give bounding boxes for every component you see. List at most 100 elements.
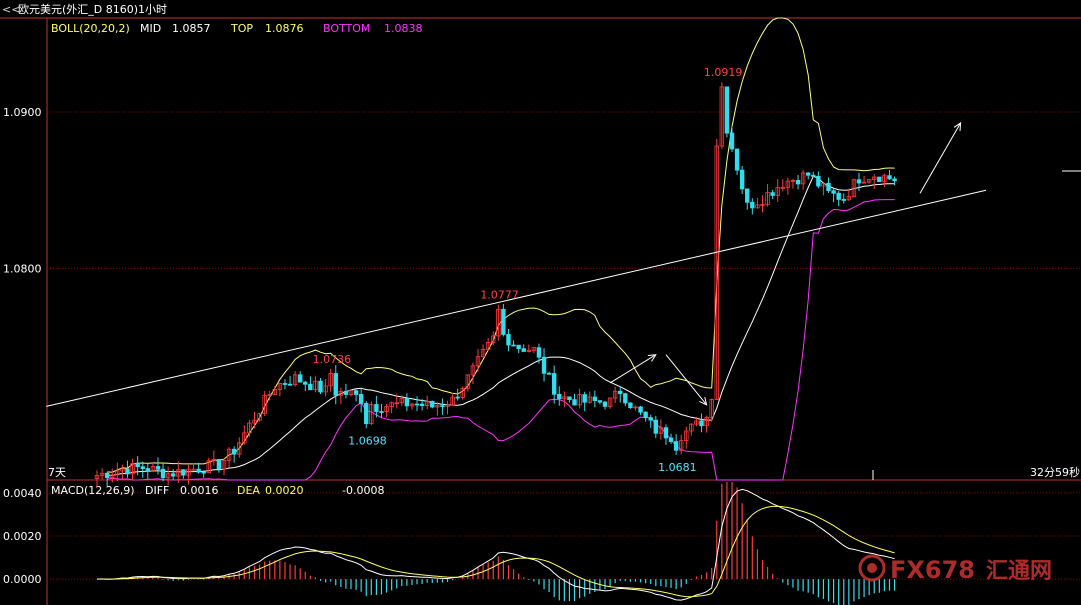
arrow-shaft <box>609 354 657 384</box>
candle-down <box>181 469 186 476</box>
candle-down <box>826 182 831 192</box>
macd-tick-label: 0.0000 <box>3 573 42 586</box>
arrow-shaft <box>919 122 962 194</box>
candle-down <box>806 172 811 176</box>
macd-histogram <box>101 482 896 605</box>
candle-down <box>145 468 150 472</box>
candle-down <box>379 411 384 413</box>
candle-down <box>836 192 841 200</box>
candle-down <box>231 448 237 455</box>
candle-down <box>546 372 552 375</box>
candle-down <box>567 396 572 401</box>
fx678-watermark: FX678 汇通网 <box>858 554 1052 584</box>
candle-down <box>648 417 653 421</box>
candle-down <box>419 403 425 406</box>
arrow-head-icon <box>647 354 657 362</box>
window-title: 欧元美元(外汇_D 8160)1小时 <box>18 3 167 16</box>
diff-label: DIFF <box>145 484 169 497</box>
candle-down <box>343 390 349 395</box>
candle-down <box>750 201 755 209</box>
candle-down <box>135 463 140 468</box>
candle-down <box>770 192 775 196</box>
candle-down <box>795 179 801 185</box>
price-annotation: 1.0736 <box>313 353 352 366</box>
candle-down <box>404 398 410 407</box>
candle-down <box>745 188 750 203</box>
candle-down <box>414 403 420 406</box>
candle-down <box>582 394 587 403</box>
candle-down <box>104 472 110 479</box>
diff-value: 0.0016 <box>180 484 219 497</box>
candle-down <box>572 399 577 406</box>
mid-label: MID <box>140 22 161 35</box>
candle-down <box>856 179 862 184</box>
candle-down <box>318 380 323 393</box>
candle-down <box>455 396 460 399</box>
dea-line <box>97 505 895 598</box>
price-annotation: 1.0777 <box>480 289 519 302</box>
dea-label: DEA <box>237 484 260 497</box>
candle-down <box>618 390 623 395</box>
candle-down <box>892 178 897 182</box>
candle-down <box>155 466 161 470</box>
candle-down <box>673 441 679 451</box>
candle-down <box>811 174 816 177</box>
candle-down <box>170 473 176 477</box>
candle-down <box>592 396 598 401</box>
price-annotation: 1.0698 <box>348 434 387 447</box>
bottom-value: 1.0838 <box>384 22 423 35</box>
candle-down <box>303 381 308 385</box>
candle-down <box>552 373 557 395</box>
user-drawings <box>46 121 987 407</box>
bollinger-bands <box>107 17 895 481</box>
candle-down <box>521 348 526 352</box>
top-value: 1.0876 <box>265 22 304 35</box>
candle-down <box>668 437 674 442</box>
candle-down <box>216 458 222 470</box>
candle-down <box>282 383 288 385</box>
boll-mid-line <box>107 175 895 476</box>
candle-down <box>734 148 740 171</box>
candle-down <box>358 394 364 404</box>
candle-down <box>602 401 608 407</box>
candle-down <box>653 419 658 434</box>
top-label: TOP <box>230 22 253 35</box>
price-tick-label: 1.0800 <box>3 263 42 276</box>
candle-down <box>516 344 521 350</box>
candle-down <box>440 405 445 407</box>
bottom-label: BOTTOM <box>323 22 370 35</box>
candle-down <box>841 199 846 201</box>
macd-legend: MACD(12,26,9) DIFF 0.0016 DEA 0.0020 -0.… <box>51 484 384 497</box>
candle-down <box>638 406 643 413</box>
countdown-label: 32分59秒 <box>1030 465 1080 479</box>
candle-down <box>729 132 735 150</box>
candle-down <box>364 403 369 425</box>
price-tick-label: 1.0900 <box>3 106 42 119</box>
price-annotation: 1.0919 <box>704 66 743 79</box>
candle-down <box>628 402 633 408</box>
candle-down <box>536 347 542 358</box>
watermark-brand: FX678 <box>890 556 975 584</box>
boll-name: BOLL(20,20,2) <box>51 22 130 35</box>
candle-down <box>597 400 603 403</box>
macd-tick-label: 0.0040 <box>3 487 42 500</box>
candle-down <box>160 468 166 479</box>
candle-down <box>816 175 821 187</box>
candle-down <box>877 176 882 183</box>
candle-down <box>501 308 506 335</box>
candle-down <box>140 466 145 469</box>
candle-down <box>201 471 206 474</box>
time-range-label: 7天 <box>48 466 66 479</box>
frame <box>0 17 1081 605</box>
dea-value: 0.0020 <box>265 484 304 497</box>
boll-legend: BOLL(20,20,2) MID 1.0857 TOP 1.0876 BOTT… <box>51 22 423 35</box>
candle-down <box>308 383 313 391</box>
candle-down <box>643 411 648 419</box>
macd-value: -0.0008 <box>342 484 384 497</box>
price-axis-labels: 1.0900 1.0800 0.0040 0.0020 0.0000 <box>3 106 42 586</box>
macd-lines <box>96 488 895 601</box>
candles <box>94 82 897 488</box>
title-bar: << 欧元美元(外汇_D 8160)1小时 <box>2 3 167 16</box>
candle-down <box>196 468 201 473</box>
candle-down <box>511 344 516 347</box>
